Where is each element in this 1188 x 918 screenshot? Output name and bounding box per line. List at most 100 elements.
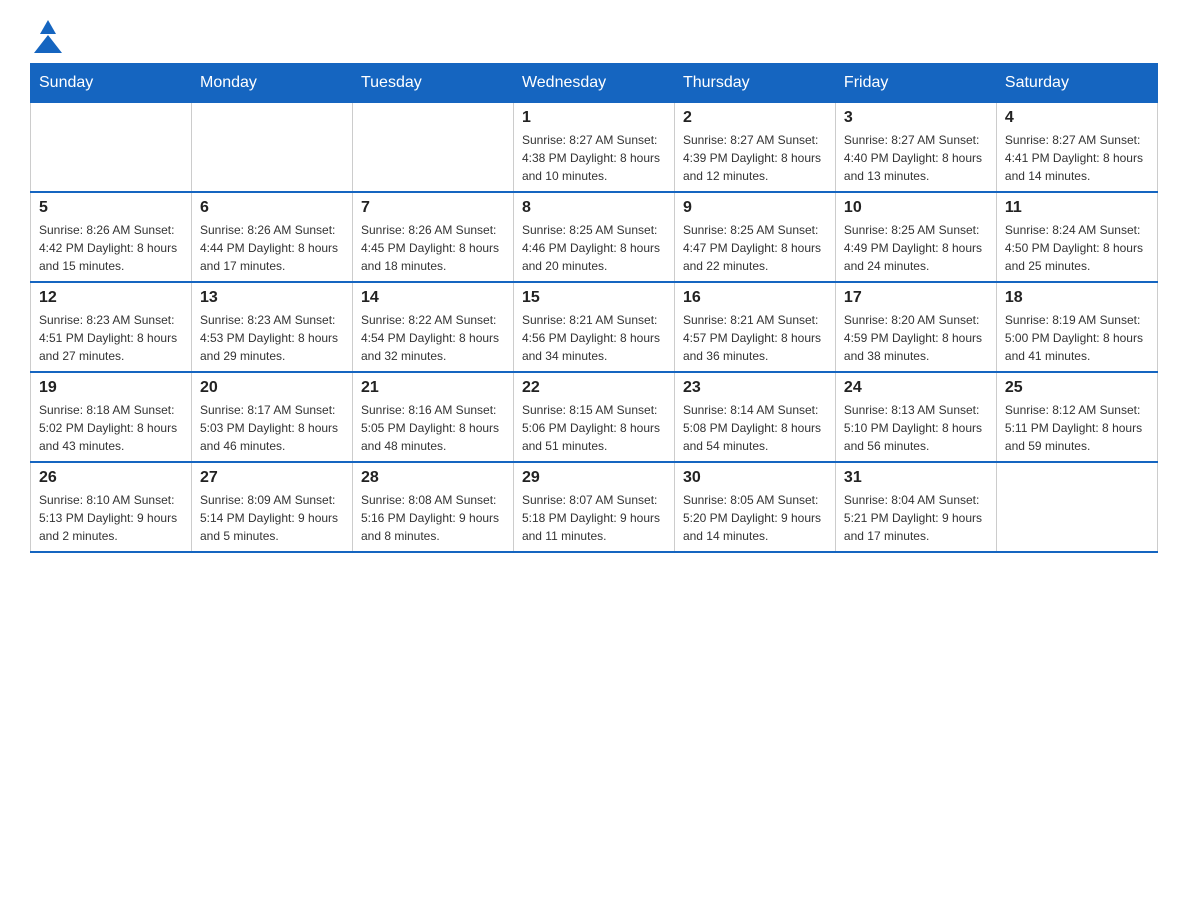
day-info: Sunrise: 8:16 AM Sunset: 5:05 PM Dayligh… [361, 401, 505, 455]
col-thursday: Thursday [674, 64, 835, 103]
day-number: 8 [522, 199, 666, 217]
day-number: 23 [683, 379, 827, 397]
day-info: Sunrise: 8:21 AM Sunset: 4:56 PM Dayligh… [522, 311, 666, 365]
day-number: 7 [361, 199, 505, 217]
logo [30, 20, 62, 53]
calendar-cell: 9 Sunrise: 8:25 AM Sunset: 4:47 PM Daylig… [674, 192, 835, 282]
day-number: 3 [844, 109, 988, 127]
day-number: 24 [844, 379, 988, 397]
calendar-week-row: 26 Sunrise: 8:10 AM Sunset: 5:13 PM Dayli… [31, 462, 1158, 552]
calendar-cell [996, 462, 1157, 552]
calendar-week-row: 12 Sunrise: 8:23 AM Sunset: 4:51 PM Dayli… [31, 282, 1158, 372]
day-info: Sunrise: 8:22 AM Sunset: 4:54 PM Dayligh… [361, 311, 505, 365]
calendar-cell: 30 Sunrise: 8:05 AM Sunset: 5:20 PM Dayli… [674, 462, 835, 552]
calendar-body: 1 Sunrise: 8:27 AM Sunset: 4:38 PM Daylig… [31, 103, 1158, 553]
col-friday: Friday [835, 64, 996, 103]
day-number: 18 [1005, 289, 1149, 307]
calendar-cell: 16 Sunrise: 8:21 AM Sunset: 4:57 PM Dayli… [674, 282, 835, 372]
calendar-cell: 3 Sunrise: 8:27 AM Sunset: 4:40 PM Daylig… [835, 103, 996, 193]
day-info: Sunrise: 8:05 AM Sunset: 5:20 PM Dayligh… [683, 491, 827, 545]
day-info: Sunrise: 8:27 AM Sunset: 4:41 PM Dayligh… [1005, 131, 1149, 185]
day-number: 16 [683, 289, 827, 307]
calendar-cell: 24 Sunrise: 8:13 AM Sunset: 5:10 PM Dayli… [835, 372, 996, 462]
day-info: Sunrise: 8:14 AM Sunset: 5:08 PM Dayligh… [683, 401, 827, 455]
day-info: Sunrise: 8:24 AM Sunset: 4:50 PM Dayligh… [1005, 221, 1149, 275]
day-info: Sunrise: 8:12 AM Sunset: 5:11 PM Dayligh… [1005, 401, 1149, 455]
calendar-cell: 22Sunrise: 8:15 AM Sunset: 5:06 PM Dayli… [513, 372, 674, 462]
calendar-week-row: 5 Sunrise: 8:26 AM Sunset: 4:42 PM Daylig… [31, 192, 1158, 282]
calendar-cell: 19 Sunrise: 8:18 AM Sunset: 5:02 PM Dayli… [31, 372, 192, 462]
logo-triangle-bottom [34, 35, 62, 53]
day-number: 2 [683, 109, 827, 127]
day-info: Sunrise: 8:25 AM Sunset: 4:47 PM Dayligh… [683, 221, 827, 275]
calendar-cell: 21 Sunrise: 8:16 AM Sunset: 5:05 PM Dayli… [352, 372, 513, 462]
day-info: Sunrise: 8:18 AM Sunset: 5:02 PM Dayligh… [39, 401, 183, 455]
day-info: Sunrise: 8:08 AM Sunset: 5:16 PM Dayligh… [361, 491, 505, 545]
day-info: Sunrise: 8:26 AM Sunset: 4:42 PM Dayligh… [39, 221, 183, 275]
day-number: 30 [683, 469, 827, 487]
calendar-cell [31, 103, 192, 193]
calendar-cell: 6Sunrise: 8:26 AM Sunset: 4:44 PM Daylig… [191, 192, 352, 282]
day-info: Sunrise: 8:25 AM Sunset: 4:46 PM Dayligh… [522, 221, 666, 275]
day-number: 22 [522, 379, 666, 397]
calendar-cell: 31Sunrise: 8:04 AM Sunset: 5:21 PM Dayli… [835, 462, 996, 552]
calendar-cell: 7 Sunrise: 8:26 AM Sunset: 4:45 PM Daylig… [352, 192, 513, 282]
day-info: Sunrise: 8:26 AM Sunset: 4:44 PM Dayligh… [200, 221, 344, 275]
day-number: 29 [522, 469, 666, 487]
day-info: Sunrise: 8:27 AM Sunset: 4:39 PM Dayligh… [683, 131, 827, 185]
calendar-cell: 27 Sunrise: 8:09 AM Sunset: 5:14 PM Dayli… [191, 462, 352, 552]
calendar-cell: 18 Sunrise: 8:19 AM Sunset: 5:00 PM Dayli… [996, 282, 1157, 372]
calendar-cell: 2 Sunrise: 8:27 AM Sunset: 4:39 PM Daylig… [674, 103, 835, 193]
calendar-header: Sunday Monday Tuesday Wednesday Thursday… [31, 64, 1158, 103]
day-number: 12 [39, 289, 183, 307]
day-number: 20 [200, 379, 344, 397]
day-number: 28 [361, 469, 505, 487]
day-number: 1 [522, 109, 666, 127]
calendar-cell: 12 Sunrise: 8:23 AM Sunset: 4:51 PM Dayli… [31, 282, 192, 372]
calendar-cell: 1 Sunrise: 8:27 AM Sunset: 4:38 PM Daylig… [513, 103, 674, 193]
day-info: Sunrise: 8:26 AM Sunset: 4:45 PM Dayligh… [361, 221, 505, 275]
col-saturday: Saturday [996, 64, 1157, 103]
calendar-cell: 10 Sunrise: 8:25 AM Sunset: 4:49 PM Dayli… [835, 192, 996, 282]
day-info: Sunrise: 8:10 AM Sunset: 5:13 PM Dayligh… [39, 491, 183, 545]
day-info: Sunrise: 8:13 AM Sunset: 5:10 PM Dayligh… [844, 401, 988, 455]
day-info: Sunrise: 8:23 AM Sunset: 4:53 PM Dayligh… [200, 311, 344, 365]
day-number: 31 [844, 469, 988, 487]
calendar-week-row: 19 Sunrise: 8:18 AM Sunset: 5:02 PM Dayli… [31, 372, 1158, 462]
calendar-week-row: 1 Sunrise: 8:27 AM Sunset: 4:38 PM Daylig… [31, 103, 1158, 193]
day-number: 13 [200, 289, 344, 307]
day-info: Sunrise: 8:25 AM Sunset: 4:49 PM Dayligh… [844, 221, 988, 275]
day-number: 26 [39, 469, 183, 487]
calendar-table: Sunday Monday Tuesday Wednesday Thursday… [30, 63, 1158, 553]
calendar-cell: 15 Sunrise: 8:21 AM Sunset: 4:56 PM Dayli… [513, 282, 674, 372]
col-tuesday: Tuesday [352, 64, 513, 103]
day-number: 15 [522, 289, 666, 307]
col-wednesday: Wednesday [513, 64, 674, 103]
day-info: Sunrise: 8:21 AM Sunset: 4:57 PM Dayligh… [683, 311, 827, 365]
day-number: 25 [1005, 379, 1149, 397]
calendar-cell: 8 Sunrise: 8:25 AM Sunset: 4:46 PM Daylig… [513, 192, 674, 282]
calendar-cell: 28 Sunrise: 8:08 AM Sunset: 5:16 PM Dayli… [352, 462, 513, 552]
col-monday: Monday [191, 64, 352, 103]
day-number: 21 [361, 379, 505, 397]
day-number: 19 [39, 379, 183, 397]
day-info: Sunrise: 8:19 AM Sunset: 5:00 PM Dayligh… [1005, 311, 1149, 365]
calendar-cell: 17Sunrise: 8:20 AM Sunset: 4:59 PM Dayli… [835, 282, 996, 372]
day-info: Sunrise: 8:17 AM Sunset: 5:03 PM Dayligh… [200, 401, 344, 455]
calendar-cell: 29Sunrise: 8:07 AM Sunset: 5:18 PM Dayli… [513, 462, 674, 552]
day-info: Sunrise: 8:27 AM Sunset: 4:38 PM Dayligh… [522, 131, 666, 185]
col-sunday: Sunday [31, 64, 192, 103]
day-info: Sunrise: 8:09 AM Sunset: 5:14 PM Dayligh… [200, 491, 344, 545]
calendar-cell: 13 Sunrise: 8:23 AM Sunset: 4:53 PM Dayli… [191, 282, 352, 372]
day-number: 9 [683, 199, 827, 217]
calendar-cell: 20 Sunrise: 8:17 AM Sunset: 5:03 PM Dayli… [191, 372, 352, 462]
day-number: 5 [39, 199, 183, 217]
day-number: 11 [1005, 199, 1149, 217]
page-header [30, 20, 1158, 53]
day-info: Sunrise: 8:27 AM Sunset: 4:40 PM Dayligh… [844, 131, 988, 185]
day-info: Sunrise: 8:23 AM Sunset: 4:51 PM Dayligh… [39, 311, 183, 365]
day-number: 10 [844, 199, 988, 217]
day-number: 27 [200, 469, 344, 487]
calendar-cell [352, 103, 513, 193]
calendar-cell: 23 Sunrise: 8:14 AM Sunset: 5:08 PM Dayli… [674, 372, 835, 462]
